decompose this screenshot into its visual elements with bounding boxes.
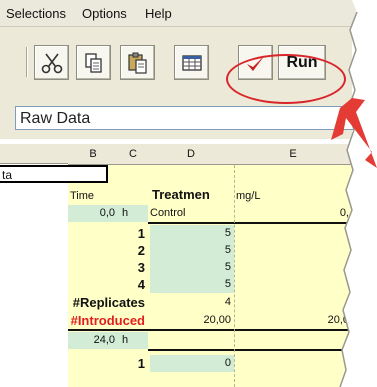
sheet-bar: Raw Data [0, 99, 355, 139]
replicates-label: #Replicates [72, 295, 145, 310]
control-label[interactable]: Control [150, 205, 234, 222]
grid-corner [0, 144, 68, 164]
introduced-label: #Introduced [70, 313, 145, 328]
row-header-area [0, 165, 68, 387]
cut-button[interactable] [34, 45, 69, 80]
time2-d[interactable] [150, 332, 234, 349]
divider [148, 349, 352, 351]
replicate-value[interactable]: 0 [150, 355, 234, 372]
replicate-number: 4 [137, 277, 145, 292]
column-header-b[interactable]: B [68, 144, 119, 165]
menu-selections[interactable]: Selections [6, 6, 66, 21]
toolbar-separator [26, 47, 28, 77]
column-divider [234, 165, 235, 387]
treatment-label: Treatmen [152, 187, 210, 202]
paste-button[interactable] [120, 45, 155, 80]
table-button[interactable] [174, 45, 209, 80]
time-unit[interactable]: h [118, 205, 148, 222]
time2-value[interactable]: 24,0 [68, 332, 118, 349]
menu-bar: Selections Options Help [0, 0, 356, 27]
e-value-top[interactable]: 0, [234, 205, 352, 222]
copy-button[interactable] [76, 45, 111, 80]
paste-icon [127, 52, 147, 74]
column-header-c[interactable]: C [118, 144, 149, 165]
scissors-icon [41, 53, 62, 73]
replicate-number: 1 [137, 356, 145, 371]
selected-cell[interactable]: ta [0, 165, 108, 183]
divider [148, 222, 352, 224]
sheet-name-field[interactable]: Raw Data [15, 106, 355, 130]
replicate-value[interactable]: 5 [150, 259, 234, 276]
table-icon [181, 54, 202, 71]
replicate-value[interactable]: 5 [150, 276, 234, 293]
replicate-value[interactable]: 5 [150, 242, 234, 259]
time2-unit[interactable]: h [118, 332, 148, 349]
introduced-value-d[interactable]: 20,00 [150, 312, 234, 329]
introduced-value-e[interactable]: 20,0 [234, 312, 352, 329]
replicate-number: 1 [137, 226, 145, 241]
replicate-number: 3 [137, 260, 145, 275]
time-label: Time [70, 190, 95, 202]
highlight-ellipse [226, 54, 346, 104]
replicate-value[interactable]: 5 [150, 225, 234, 242]
column-header-e[interactable]: E [234, 144, 353, 165]
unit-label: mg/L [236, 190, 261, 202]
time-value[interactable]: 0,0 [68, 205, 118, 222]
menu-options[interactable]: Options [82, 6, 127, 21]
menu-help[interactable]: Help [145, 6, 172, 21]
replicate-number: 2 [137, 243, 145, 258]
divider [68, 329, 352, 331]
app-window: Selections Options Help Run Raw Data B C… [0, 0, 377, 387]
column-header-d[interactable]: D [148, 144, 235, 165]
copy-icon [84, 52, 102, 73]
replicates-value[interactable]: 4 [150, 294, 234, 311]
